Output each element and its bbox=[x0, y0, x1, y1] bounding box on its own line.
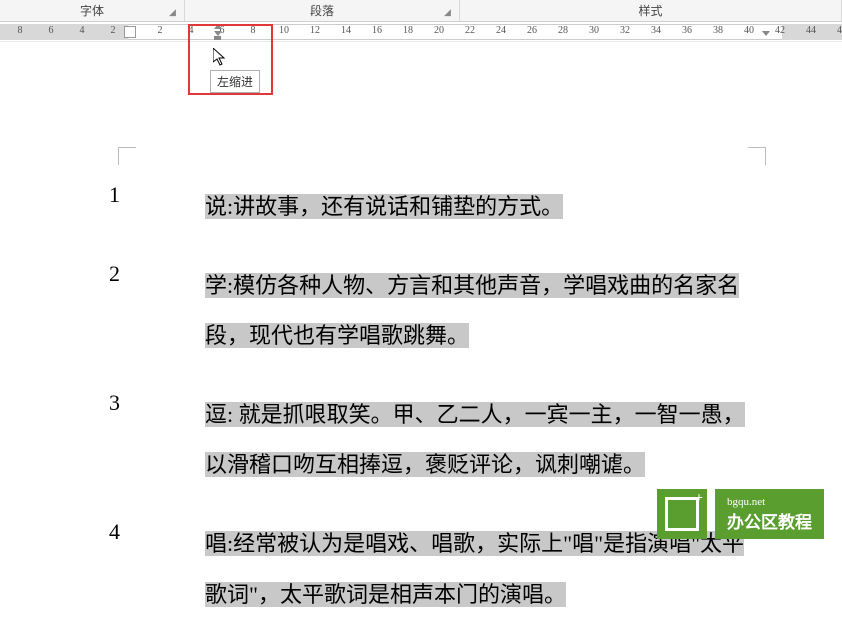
horizontal-ruler[interactable]: 8642246810121416182022242628303234363840… bbox=[0, 22, 842, 42]
logo-url: bgqu.net bbox=[727, 496, 812, 508]
ribbon-group-style: 样式 bbox=[460, 0, 842, 21]
ruler-tick: 28 bbox=[558, 25, 568, 36]
ruler-tick: 12 bbox=[310, 25, 320, 36]
right-indent-marker[interactable] bbox=[762, 31, 770, 36]
ribbon-section-labels: 字体 ◢ 段落 ◢ 样式 bbox=[0, 0, 842, 22]
paragraph-text[interactable]: 说:讲故事，还有说话和铺垫的方式。 bbox=[205, 182, 563, 233]
selected-text[interactable]: 逗: 就是抓哏取笑。甲、乙二人，一宾一主，一智一愚，以滑稽口吻互相捧逗，褒贬评论… bbox=[205, 402, 745, 478]
line-number: 2 bbox=[0, 261, 205, 287]
indent-tooltip: 左缩进 bbox=[210, 70, 260, 93]
ribbon-group-paragraph: 段落 ◢ bbox=[185, 0, 460, 21]
ruler-tick: 22 bbox=[465, 25, 475, 36]
line-number: 4 bbox=[0, 519, 205, 545]
style-group-label: 样式 bbox=[638, 2, 662, 19]
ruler-tick: 2 bbox=[158, 25, 163, 36]
paragraph-row: 2学:模仿各种人物、方言和其他声音，学唱戏曲的名家名段，现代也有学唱歌跳舞。 bbox=[0, 261, 842, 362]
font-dialog-launcher[interactable]: ◢ bbox=[169, 7, 181, 19]
ruler-tick: 18 bbox=[403, 25, 413, 36]
ruler-tick: 6 bbox=[49, 25, 54, 36]
document-content[interactable]: 1说:讲故事，还有说话和铺垫的方式。 2学:模仿各种人物、方言和其他声音，学唱戏曲… bbox=[0, 147, 842, 620]
logo-name: 办公区教程 bbox=[727, 508, 812, 533]
selected-text[interactable]: 说:讲故事，还有说话和铺垫的方式。 bbox=[205, 194, 563, 219]
ruler-tick: 36 bbox=[682, 25, 692, 36]
watermark-logo: + bgqu.net 办公区教程 bbox=[657, 489, 824, 539]
ruler-tick: 20 bbox=[434, 25, 444, 36]
font-group-label: 字体 bbox=[80, 2, 104, 19]
ruler-tick: 4 bbox=[80, 25, 85, 36]
ruler-tick: 40 bbox=[744, 25, 754, 36]
line-number: 3 bbox=[0, 390, 205, 416]
ruler-tick: 26 bbox=[527, 25, 537, 36]
paragraph-dialog-launcher[interactable]: ◢ bbox=[444, 7, 456, 19]
ruler-tick: 32 bbox=[620, 25, 630, 36]
ruler-tick: 44 bbox=[806, 25, 816, 36]
ruler-tick: 38 bbox=[713, 25, 723, 36]
paragraph-text[interactable]: 逗: 就是抓哏取笑。甲、乙二人，一宾一主，一智一愚，以滑稽口吻互相捧逗，褒贬评论… bbox=[205, 390, 760, 491]
page-margin-corner-right bbox=[748, 147, 766, 165]
ruler-tick: 34 bbox=[651, 25, 661, 36]
tooltip-text: 左缩进 bbox=[217, 75, 253, 89]
paragraph-row: 3逗: 就是抓哏取笑。甲、乙二人，一宾一主，一智一愚，以滑稽口吻互相捧逗，褒贬评… bbox=[0, 390, 842, 491]
paragraph-row: 1说:讲故事，还有说话和铺垫的方式。 bbox=[0, 182, 842, 233]
document-area: 1说:讲故事，还有说话和铺垫的方式。 2学:模仿各种人物、方言和其他声音，学唱戏曲… bbox=[0, 147, 842, 620]
ruler-tick: 14 bbox=[341, 25, 351, 36]
logo-text-block: bgqu.net 办公区教程 bbox=[715, 489, 824, 539]
line-number: 1 bbox=[0, 182, 205, 208]
paragraph-group-label: 段落 bbox=[310, 2, 334, 19]
cursor-arrow-icon bbox=[213, 48, 229, 71]
ruler-tick: 24 bbox=[496, 25, 506, 36]
ruler-tick: 30 bbox=[589, 25, 599, 36]
ruler-tick: 8 bbox=[18, 25, 23, 36]
paragraph-text[interactable]: 学:模仿各种人物、方言和其他声音，学唱戏曲的名家名段，现代也有学唱歌跳舞。 bbox=[205, 261, 760, 362]
ruler-tick: 2 bbox=[111, 25, 116, 36]
ribbon-group-font: 字体 ◢ bbox=[0, 0, 185, 21]
logo-square-icon: + bbox=[657, 489, 707, 539]
ruler-tick: 42 bbox=[775, 25, 785, 36]
selected-text[interactable]: 学:模仿各种人物、方言和其他声音，学唱戏曲的名家名段，现代也有学唱歌跳舞。 bbox=[205, 273, 739, 349]
ruler-tick: 10 bbox=[279, 25, 289, 36]
selected-text[interactable]: 唱:经常被认为是唱戏、唱歌，实际上"唱"是指演唱"太平歌词"，太平歌词是相声本门… bbox=[205, 531, 744, 607]
ruler-tick: 46 bbox=[837, 25, 842, 36]
page-margin-corner-left bbox=[118, 147, 136, 165]
tab-selector[interactable] bbox=[124, 26, 136, 38]
ruler-tick: 16 bbox=[372, 25, 382, 36]
